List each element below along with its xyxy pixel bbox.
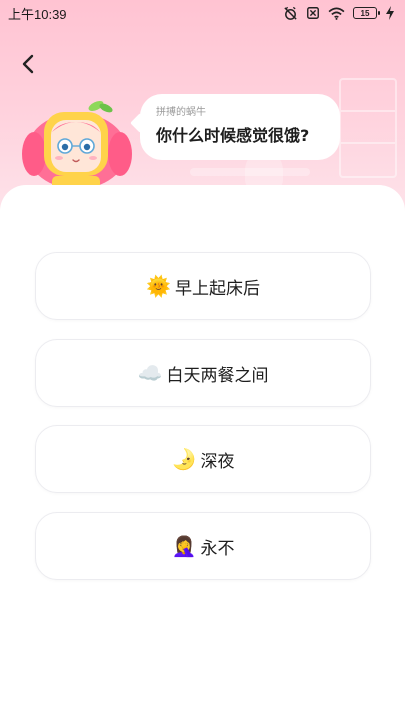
option-label: 早上起床后 xyxy=(174,278,260,299)
status-bar: 上午10:39 15 xyxy=(0,0,405,26)
sim-off-icon xyxy=(306,6,320,20)
status-icons: 15 xyxy=(283,6,395,21)
option-label: 永不 xyxy=(200,538,235,559)
author-name: 拼搏的蜗牛 xyxy=(156,107,206,118)
bookshelf-decoration xyxy=(339,78,397,178)
option-late-night[interactable]: 🌛 深夜 xyxy=(35,425,371,493)
wifi-icon xyxy=(328,7,345,20)
battery-icon: 15 xyxy=(353,7,380,19)
option-label: 白天两餐之间 xyxy=(166,365,269,386)
back-button[interactable] xyxy=(14,50,42,78)
option-label: 深夜 xyxy=(200,451,235,472)
chevron-left-icon xyxy=(22,54,34,74)
speech-bubble: 拼搏的蜗牛 你什么时候感觉很饿? xyxy=(130,94,340,160)
option-between-meals[interactable]: ☁️ 白天两餐之间 xyxy=(35,339,371,407)
sun-icon: 🌞 xyxy=(146,274,171,298)
status-time: 上午10:39 xyxy=(8,6,67,22)
avatar xyxy=(22,96,134,190)
charging-icon xyxy=(385,6,395,20)
option-never[interactable]: 🤦‍♀️ 永不 xyxy=(35,512,371,580)
question-text: 你什么时候感觉很饿? xyxy=(156,126,310,145)
moon-icon: 🌛 xyxy=(171,447,197,471)
option-morning[interactable]: 🌞 早上起床后 xyxy=(35,252,371,320)
facepalm-icon: 🤦‍♀️ xyxy=(171,534,197,558)
cloud-icon: ☁️ xyxy=(137,361,163,385)
table-decoration xyxy=(190,168,310,176)
alarm-off-icon xyxy=(283,6,298,21)
